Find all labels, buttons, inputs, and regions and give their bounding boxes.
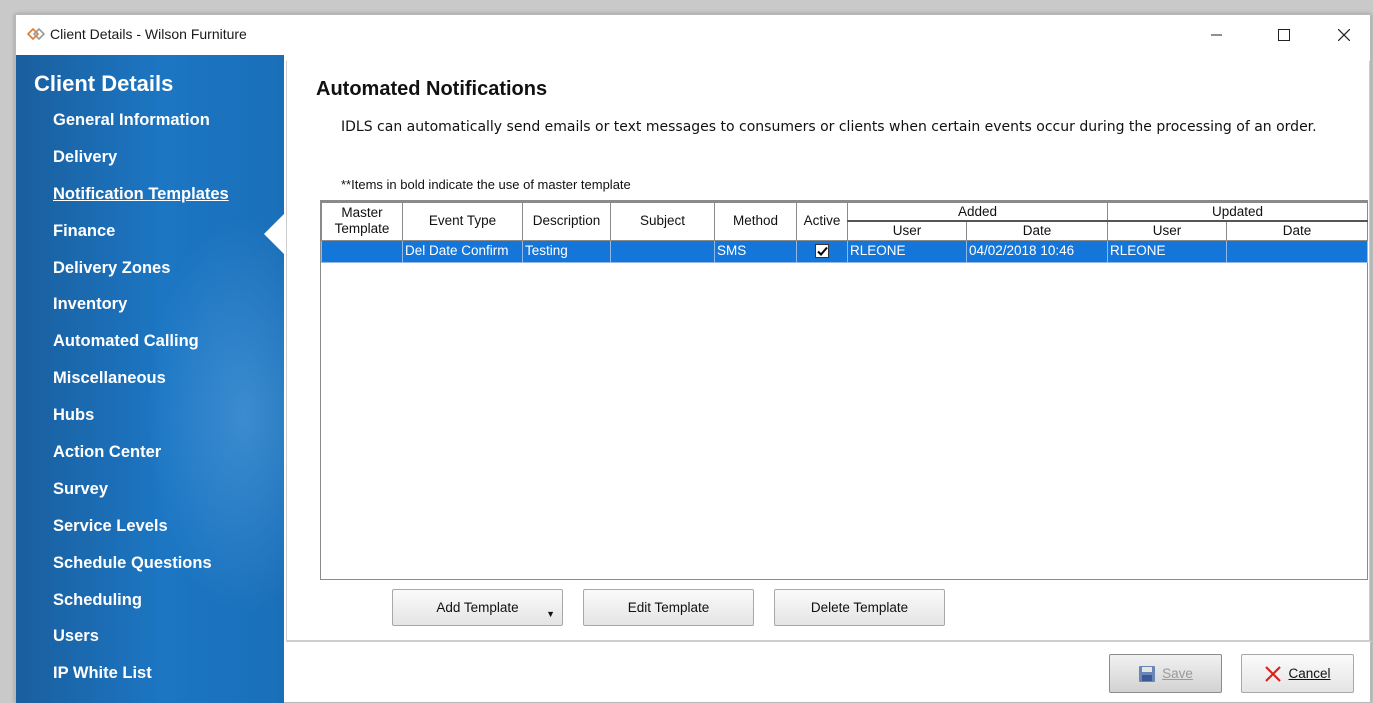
sidebar-item-inventory[interactable]: Inventory	[53, 295, 229, 332]
cell-added-user[interactable]: RLEONE	[847, 239, 967, 263]
cell-added-date[interactable]: 04/02/2018 10:46	[965, 239, 1109, 263]
column-header-added-user[interactable]: User	[847, 220, 967, 241]
cell-updated-user[interactable]: RLEONE	[1107, 239, 1228, 263]
dropdown-caret-icon[interactable]: ▼	[546, 609, 555, 619]
notifications-table: Master Template Event Type Description S…	[321, 201, 1369, 263]
add-template-button[interactable]: Add Template ▼	[392, 589, 563, 626]
cancel-button[interactable]: Cancel	[1241, 654, 1354, 693]
notifications-grid[interactable]: Master Template Event Type Description S…	[320, 200, 1369, 580]
sidebar-item-service-levels[interactable]: Service Levels	[53, 517, 229, 554]
minimize-button[interactable]	[1194, 21, 1240, 49]
sidebar-item-hubs[interactable]: Hubs	[53, 406, 229, 443]
cell-master-template[interactable]	[321, 239, 403, 263]
column-header-description[interactable]: Description	[522, 201, 611, 241]
active-item-pointer	[264, 214, 284, 254]
sidebar-item-users[interactable]: Users	[53, 627, 229, 664]
page-title: Automated Notifications	[316, 78, 548, 100]
header-master-line2: Template	[334, 221, 390, 237]
sidebar-item-ip-white-list[interactable]: IP White List	[53, 664, 229, 701]
sidebar-title: Client Details	[34, 71, 174, 96]
window-title: Client Details - Wilson Furniture	[50, 26, 247, 42]
sidebar-item-survey[interactable]: Survey	[53, 480, 229, 517]
column-header-subject[interactable]: Subject	[610, 201, 715, 241]
sidebar-item-general-information[interactable]: General Information	[53, 111, 229, 148]
save-disk-icon	[1138, 665, 1156, 683]
active-checkbox[interactable]	[815, 244, 829, 259]
sidebar-item-schedule-questions[interactable]: Schedule Questions	[53, 554, 229, 591]
column-header-active[interactable]: Active	[796, 201, 848, 241]
close-button[interactable]	[1321, 21, 1367, 49]
header-master-line1: Master	[341, 205, 383, 221]
client-details-window: Client Details - Wilson Furniture Client…	[15, 14, 1372, 703]
column-header-added-date[interactable]: Date	[965, 220, 1109, 241]
add-template-label: Add Template	[436, 600, 519, 615]
column-header-method[interactable]: Method	[714, 201, 797, 241]
page-description: IDLS can automatically send emails or te…	[341, 119, 1317, 135]
column-group-updated: Updated	[1107, 201, 1369, 222]
column-group-added: Added	[846, 201, 1109, 222]
cancel-label: Cancel	[1288, 666, 1331, 681]
title-bar: Client Details - Wilson Furniture	[16, 15, 1370, 55]
sidebar-item-notification-templates[interactable]: Notification Templates	[53, 185, 229, 222]
sidebar: Client Details General Information Deliv…	[16, 55, 284, 703]
delete-template-button[interactable]: Delete Template	[774, 589, 945, 626]
screen-background: Client Details - Wilson Furniture Client…	[0, 0, 1373, 703]
app-logo-icon	[26, 26, 46, 42]
sidebar-item-automated-calling[interactable]: Automated Calling	[53, 332, 229, 369]
cell-active[interactable]	[796, 239, 848, 263]
save-button[interactable]: Save	[1109, 654, 1222, 693]
sidebar-item-delivery[interactable]: Delivery	[53, 148, 229, 185]
cell-description[interactable]: Testing	[522, 239, 611, 263]
sidebar-item-finance[interactable]: Finance	[53, 222, 229, 259]
sidebar-item-scheduling[interactable]: Scheduling	[53, 591, 229, 628]
cell-event-type[interactable]: Del Date Confirm	[402, 239, 523, 263]
edit-template-button[interactable]: Edit Template	[583, 589, 754, 626]
sidebar-item-action-center[interactable]: Action Center	[53, 443, 229, 480]
cell-subject[interactable]	[610, 239, 715, 263]
column-header-updated-date[interactable]: Date	[1226, 220, 1369, 241]
save-label: Save	[1162, 666, 1193, 681]
footer-divider	[286, 641, 1372, 642]
sidebar-item-miscellaneous[interactable]: Miscellaneous	[53, 369, 229, 406]
sidebar-item-delivery-zones[interactable]: Delivery Zones	[53, 259, 229, 296]
cancel-x-icon	[1264, 665, 1282, 683]
column-header-event-type[interactable]: Event Type	[402, 201, 523, 241]
column-header-master-template[interactable]: Master Template	[321, 201, 403, 241]
column-header-updated-user[interactable]: User	[1107, 220, 1228, 241]
sidebar-nav: General Information Delivery Notificatio…	[53, 111, 229, 701]
table-row[interactable]: Del Date Confirm Testing SMS RLEONE 04/0…	[321, 239, 1369, 263]
master-template-note: **Items in bold indicate the use of mast…	[341, 177, 631, 192]
cell-updated-date[interactable]	[1226, 239, 1369, 263]
maximize-button[interactable]	[1261, 21, 1307, 49]
cell-method[interactable]: SMS	[714, 239, 797, 263]
